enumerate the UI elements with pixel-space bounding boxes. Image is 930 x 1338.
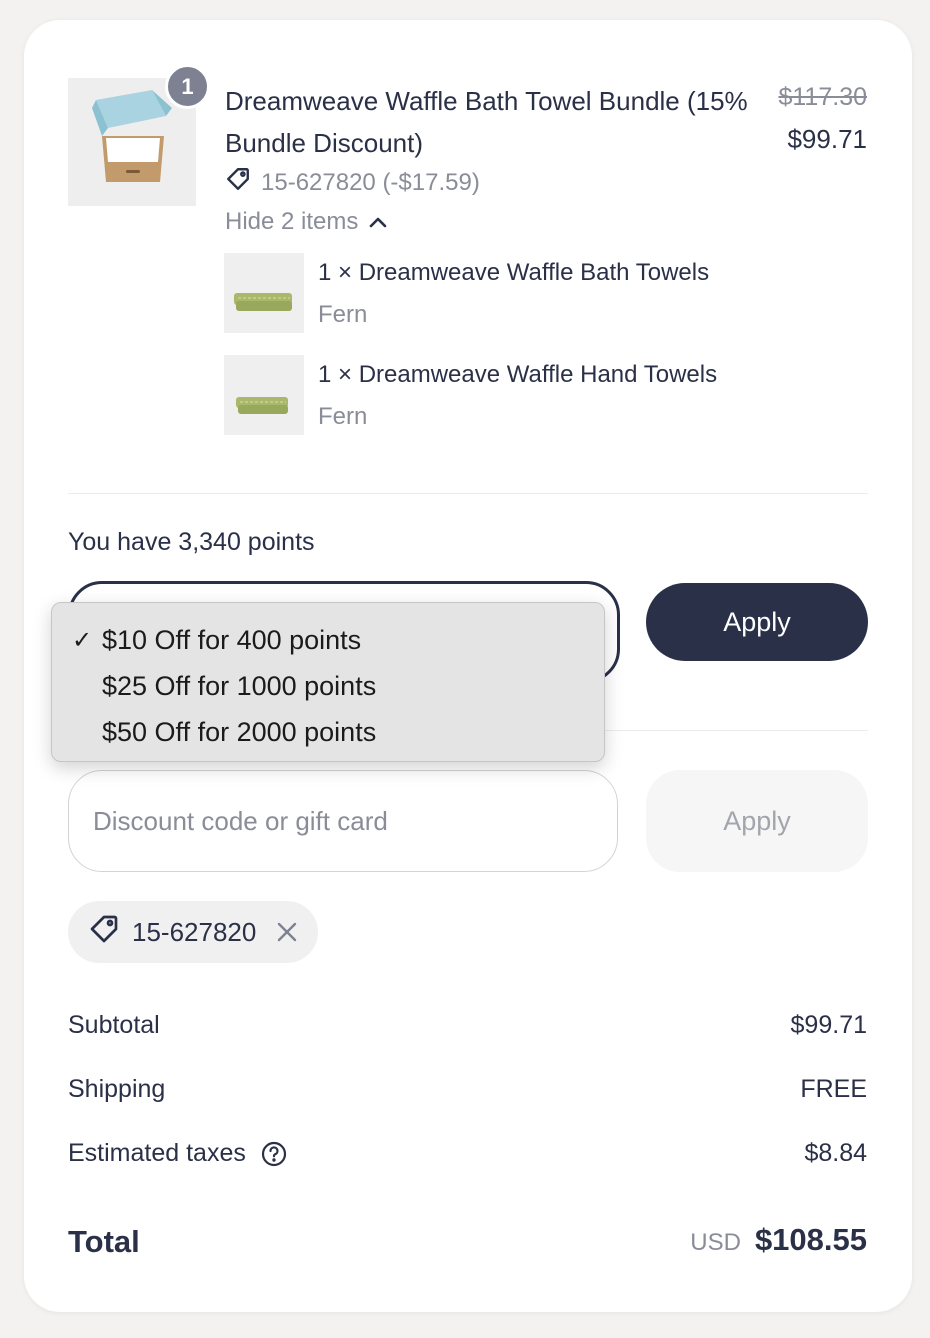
total-label: Total <box>68 1224 140 1259</box>
close-icon[interactable] <box>276 921 298 943</box>
tag-icon <box>88 913 120 952</box>
points-balance: You have 3,340 points <box>68 528 315 556</box>
list-item: 1 × Dreamweave Waffle Hand Towels Fern <box>224 355 717 435</box>
taxes-label: Estimated taxes <box>68 1139 246 1167</box>
dropdown-option[interactable]: $50 Off for 2000 points <box>52 709 604 755</box>
option-label: $50 Off for 2000 points <box>102 716 377 747</box>
apply-rewards-button[interactable]: Apply <box>646 583 868 661</box>
list-item: 1 × Dreamweave Waffle Bath Towels Fern <box>224 253 709 333</box>
subtotal-value: $99.71 <box>790 1011 867 1039</box>
quantity-badge: 1 <box>165 64 210 109</box>
currency-code: USD <box>690 1229 741 1256</box>
product-discount: 15-627820 (-$17.59) <box>225 166 480 199</box>
option-label: $10 Off for 400 points <box>102 624 362 655</box>
chevron-up-icon <box>368 208 388 236</box>
sub-item-variant: Fern <box>318 403 368 430</box>
rewards-dropdown-menu: ✓ $10 Off for 400 points $25 Off for 100… <box>51 602 605 762</box>
sub-item-name: 1 × Dreamweave Waffle Bath Towels <box>318 259 710 286</box>
apply-discount-button[interactable]: Apply <box>646 770 868 872</box>
divider <box>68 493 868 494</box>
shipping-label: Shipping <box>68 1075 166 1103</box>
dropdown-option[interactable]: ✓ $10 Off for 400 points <box>52 617 604 663</box>
original-price: $117.30 <box>778 83 867 111</box>
subtotal-label: Subtotal <box>68 1011 160 1039</box>
taxes-row-label: Estimated taxes <box>68 1139 288 1168</box>
product-title: Dreamweave Waffle Bath Towel Bundle (15%… <box>225 86 748 158</box>
checkmark-icon: ✓ <box>72 626 93 654</box>
sub-item-name: 1 × Dreamweave Waffle Hand Towels <box>318 361 718 388</box>
taxes-value: $8.84 <box>804 1139 867 1167</box>
sub-item-variant: Fern <box>318 301 368 328</box>
help-icon[interactable] <box>260 1140 288 1168</box>
final-price: $99.71 <box>787 124 867 154</box>
hide-items-toggle[interactable]: Hide 2 items <box>225 208 388 236</box>
hand-towels-image <box>224 355 304 435</box>
hide-items-label: Hide 2 items <box>225 208 359 235</box>
total-value-group: USD $108.55 <box>690 1222 867 1258</box>
bath-towels-image <box>224 253 304 333</box>
dropdown-option[interactable]: $25 Off for 1000 points <box>52 663 604 709</box>
discount-code-text: 15-627820 (-$17.59) <box>261 168 480 196</box>
total-amount: $108.55 <box>754 1222 867 1257</box>
shipping-value: FREE <box>800 1075 867 1103</box>
applied-code-text: 15-627820 <box>132 916 257 947</box>
option-label: $25 Off for 1000 points <box>102 670 377 701</box>
tag-icon <box>225 166 251 199</box>
applied-code-chip: 15-627820 <box>68 901 319 963</box>
discount-code-input[interactable] <box>68 770 618 872</box>
